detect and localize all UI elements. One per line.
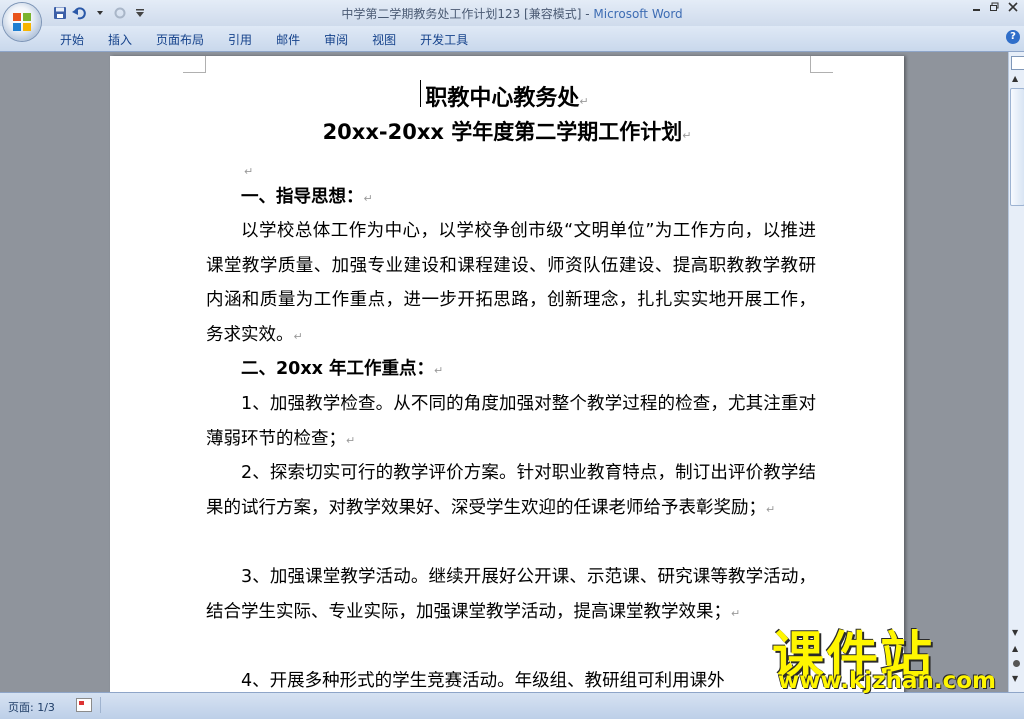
body-paragraph: 3、加强课堂教学活动。继续开展好公开课、示范课、研究课等教学活动，结合学生实际、…	[206, 560, 816, 631]
paragraph-mark-icon: ↵	[346, 433, 356, 447]
document-subtitle-text: 20xx-20xx 学年度第二学期工作计划	[322, 120, 683, 144]
document-subtitle: 20xx-20xx 学年度第二学期工作计划↵	[110, 116, 904, 146]
tab-insert[interactable]: 插入	[96, 31, 144, 48]
paragraph-mark-icon: ↵	[731, 606, 741, 620]
watermark-url: www.kjzhan.com	[778, 668, 996, 694]
body-paragraph: 以学校总体工作为中心，以学校争创市级“文明单位”为工作方向，以推进课堂教学质量、…	[206, 214, 816, 354]
document-workspace: 职教中心教务处↵ 20xx-20xx 学年度第二学期工作计划↵ ↵ 一、指导思想…	[0, 52, 1008, 692]
window-controls	[972, 2, 1018, 15]
document-page[interactable]: 职教中心教务处↵ 20xx-20xx 学年度第二学期工作计划↵ ↵ 一、指导思想…	[110, 56, 904, 692]
tab-developer[interactable]: 开发工具	[408, 31, 480, 48]
tab-page-layout[interactable]: 页面布局	[144, 31, 216, 48]
minimize-icon[interactable]	[972, 2, 982, 15]
document-title: 职教中心教务处↵	[110, 80, 904, 112]
paragraph-mark-icon: ↵	[434, 364, 444, 377]
margin-corner-left	[183, 56, 206, 73]
scroll-up-icon[interactable]: ▲	[1012, 74, 1018, 83]
window-title: 中学第二学期教务处工作计划123 [兼容模式] - Microsoft Word	[0, 5, 1024, 22]
macro-recording-icon[interactable]	[76, 698, 92, 712]
paragraph-mark-icon: ↵	[244, 165, 254, 178]
paragraph-mark-icon: ↵	[579, 95, 589, 108]
paragraph-text: 二、20xx 年工作重点：	[241, 359, 435, 379]
paragraph-text: 3、加强课堂教学活动。继续开展好公开课、示范课、研究课等教学活动，结合学生实际、…	[206, 567, 816, 622]
body-paragraph: 4、开展多种形式的学生竞赛活动。年级组、教研组可利用课外	[206, 664, 816, 692]
paragraph-text: 2、探索切实可行的教学评价方案。针对职业教育特点，制订出评价教学结果的试行方案，…	[206, 463, 816, 518]
help-icon[interactable]: ?	[1006, 30, 1020, 44]
margin-corner-right	[810, 56, 833, 73]
paragraph-text: 以学校总体工作为中心，以学校争创市级“文明单位”为工作方向，以推进课堂教学质量、…	[206, 221, 816, 345]
body-paragraph: 2、探索切实可行的教学评价方案。针对职业教育特点，制订出评价教学结果的试行方案，…	[206, 456, 816, 527]
vertical-scrollbar[interactable]: ▲ ▼ ▲ ▼	[1008, 52, 1024, 692]
title-separator: -	[581, 7, 594, 21]
previous-page-icon[interactable]: ▲	[1012, 644, 1018, 653]
select-browse-object-icon[interactable]	[1013, 660, 1020, 667]
scroll-thumb[interactable]	[1010, 88, 1024, 206]
paragraph-text: 1、加强教学检查。从不同的角度加强对整个教学过程的检查，尤其注重对薄弱环节的检查…	[206, 394, 816, 449]
next-page-icon[interactable]: ▼	[1012, 674, 1018, 683]
tab-home[interactable]: 开始	[48, 31, 96, 48]
office-button[interactable]	[3, 3, 41, 41]
document-title-text: 职教中心教务处	[425, 86, 580, 111]
title-bar: 中学第二学期教务处工作计划123 [兼容模式] - Microsoft Word	[0, 0, 1024, 26]
empty-paragraph: ↵	[244, 160, 253, 179]
document-name: 中学第二学期教务处工作计划123 [兼容模式]	[341, 7, 582, 21]
paragraph-text: 一、指导思想：	[241, 187, 364, 207]
page-count[interactable]: 页面: 1/3	[8, 699, 55, 715]
section-heading: 二、20xx 年工作重点：↵	[206, 352, 816, 389]
paragraph-mark-icon: ↵	[363, 192, 373, 205]
paragraph-mark-icon: ↵	[293, 329, 303, 343]
tab-references[interactable]: 引用	[216, 31, 264, 48]
restore-icon[interactable]	[990, 2, 1000, 15]
scroll-down-icon[interactable]: ▼	[1012, 628, 1018, 637]
ribbon-tabs: 开始 插入 页面布局 引用 邮件 审阅 视图 开发工具	[48, 31, 480, 48]
office-logo-icon	[13, 13, 31, 31]
paragraph-mark-icon: ↵	[682, 129, 692, 142]
body-paragraph: 1、加强教学检查。从不同的角度加强对整个教学过程的检查，尤其注重对薄弱环节的检查…	[206, 387, 816, 458]
view-ruler-icon[interactable]	[1011, 56, 1024, 70]
application-name: Microsoft Word	[593, 7, 683, 21]
tab-view[interactable]: 视图	[360, 31, 408, 48]
paragraph-text: 4、开展多种形式的学生竞赛活动。年级组、教研组可利用课外	[241, 671, 725, 691]
close-icon[interactable]	[1008, 2, 1018, 15]
paragraph-mark-icon: ↵	[766, 502, 776, 516]
ribbon: 开始 插入 页面布局 引用 邮件 审阅 视图 开发工具 ?	[0, 26, 1024, 52]
section-heading: 一、指导思想：↵	[206, 180, 816, 217]
status-divider	[100, 697, 101, 713]
status-bar: 页面: 1/3	[0, 692, 1024, 719]
tab-mailings[interactable]: 邮件	[264, 31, 312, 48]
tab-review[interactable]: 审阅	[312, 31, 360, 48]
